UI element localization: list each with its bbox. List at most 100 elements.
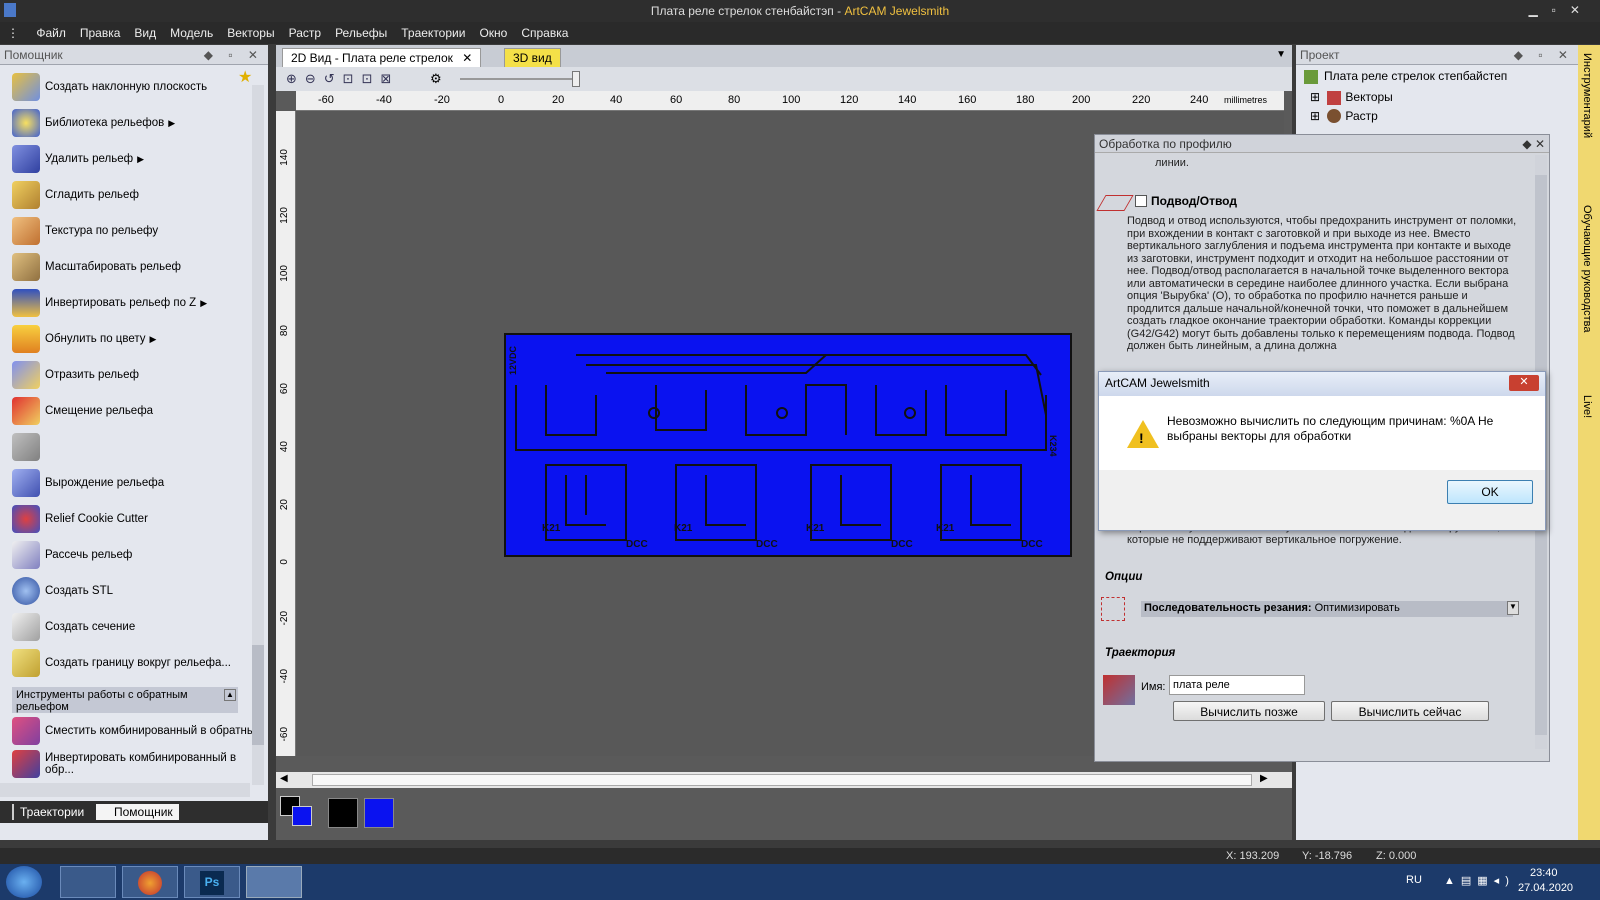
scroll-right-icon[interactable]: ▶ (1260, 773, 1268, 784)
ruler-label: -40 (376, 94, 392, 106)
clock-date[interactable]: 27.04.2020 (1518, 882, 1573, 894)
cut-sequence-row[interactable]: Последовательность резания: Оптимизирова… (1141, 601, 1513, 617)
tab-dropdown-icon[interactable]: ▼ (1276, 49, 1286, 60)
menu-vectors[interactable]: Векторы (220, 22, 281, 40)
tree-item-vectors[interactable]: ⊞ Векторы (1296, 88, 1578, 107)
menu-view[interactable]: Вид (127, 22, 163, 40)
calculate-now-button[interactable]: Вычислить сейчас (1331, 701, 1489, 721)
tool-item[interactable]: Масштабировать рельеф (0, 249, 268, 285)
stl-globe-icon (12, 577, 40, 605)
tab-3d-view[interactable]: 3D вид (504, 48, 561, 67)
panel-pin-close[interactable]: ◆ ▫ ✕ (1514, 48, 1574, 62)
tool-item[interactable]: Создать наклонную плоскость (0, 69, 268, 105)
profile-header: Обработка по профилю ◆ ✕ (1095, 135, 1549, 153)
menu-window[interactable]: Окно (472, 22, 514, 40)
assistant-scrollbar[interactable] (252, 85, 264, 785)
close-icon[interactable]: ◆ ✕ (1522, 137, 1545, 151)
tool-item[interactable] (0, 429, 268, 465)
shift-combined-icon (12, 717, 40, 745)
tool-item[interactable]: Обнулить по цвету ▶ (0, 321, 268, 357)
zoom-tools-icon[interactable]: ⊕⊖↺⊡⊡⊠ (286, 71, 399, 87)
scroll-thumb[interactable] (252, 645, 264, 745)
profile-title: Обработка по профилю (1099, 137, 1232, 151)
ruler-label: -20 (279, 611, 290, 626)
tab-live[interactable]: Live! (1581, 395, 1593, 445)
settings-gear-icon[interactable]: ⚙ (430, 71, 442, 87)
tab-2d-view[interactable]: 2D Вид - Плата реле стрелок ✕ (282, 48, 482, 67)
trace (745, 384, 847, 436)
tool-item[interactable]: Создать границу вокруг рельефа... (0, 645, 268, 681)
palette-blue[interactable] (364, 798, 394, 828)
tool-item[interactable]: Relief Cookie Cutter (0, 501, 268, 537)
tab-toolbox[interactable]: Инструментарий (1581, 53, 1593, 193)
trace (565, 475, 1011, 526)
section-header-label: Инструменты работы с обратным рельефом (16, 689, 188, 713)
menu-toolpaths[interactable]: Траектории (394, 22, 472, 40)
toolpath-header: Траектория (1105, 647, 1176, 659)
tab-tutorials[interactable]: Обучающие руководства (1581, 205, 1593, 385)
pcb-traces: 12VDC K21 K21 K21 K21 DCC DCC DCC DCC K2… (508, 345, 1058, 550)
calculate-later-button[interactable]: Вычислить позже (1173, 701, 1325, 721)
ruler-unit: millimetres (1224, 95, 1268, 105)
assistant-hscrollbar[interactable] (0, 783, 250, 797)
tool-item[interactable]: Текстура по рельефу (0, 213, 268, 249)
tool-item[interactable]: Вырождение рельефа (0, 465, 268, 501)
panel-pin-close[interactable]: ◆ ▫ ✕ (204, 48, 264, 62)
taskbar-photoshop-icon[interactable]: Ps (184, 866, 240, 898)
zoom-slider[interactable] (460, 78, 580, 80)
start-button[interactable] (6, 866, 42, 898)
tool-item[interactable]: Создать сечение (0, 609, 268, 645)
tab-toolpaths[interactable]: Траектории (12, 804, 90, 820)
window-controls[interactable]: ▁▫✕ (1528, 3, 1594, 17)
scroll-thumb[interactable] (312, 774, 1252, 786)
lead-checkbox[interactable] (1135, 195, 1147, 207)
toolpath-name-input[interactable] (1169, 675, 1305, 695)
tool-item[interactable]: Сместить комбинированный в обратный (0, 713, 268, 749)
menu-model[interactable]: Модель (163, 22, 220, 40)
ruler-label: 40 (279, 441, 290, 453)
ruler-label: 100 (782, 94, 801, 106)
pcb-board[interactable]: 12VDC K21 K21 K21 K21 DCC DCC DCC DCC K2… (504, 333, 1072, 557)
taskbar-artcam-icon[interactable] (246, 866, 302, 898)
ruler-label: 80 (728, 94, 741, 106)
clock-time[interactable]: 23:40 (1530, 867, 1558, 879)
menu-bitmap[interactable]: Растр (282, 22, 328, 40)
tool-item[interactable]: Смещение рельефа (0, 393, 268, 429)
seq-dropdown-icon[interactable]: ▼ (1507, 601, 1519, 615)
canvas-hscrollbar[interactable]: ◀ ▶ (276, 772, 1292, 788)
menu-file[interactable]: Файл (29, 22, 73, 40)
menu-reliefs[interactable]: Рельефы (328, 22, 394, 40)
menu-help[interactable]: Справка (514, 22, 575, 40)
secondary-color-swatch[interactable] (292, 806, 312, 826)
dialog-close-button[interactable]: ✕ (1509, 375, 1539, 391)
tool-item[interactable]: Удалить рельеф ▶ (0, 141, 268, 177)
collapse-icon[interactable]: ▲ (224, 689, 236, 701)
close-tab-icon[interactable]: ✕ (462, 51, 472, 65)
zoom-slider-handle[interactable] (572, 71, 580, 87)
tray-icons[interactable]: ▲▤▦◂) (1444, 874, 1515, 887)
tree-item-bitmap[interactable]: ⊞ Растр (1296, 107, 1578, 126)
language-indicator[interactable]: RU (1406, 874, 1422, 886)
lead-in-icon (1096, 195, 1134, 211)
ruler-label: 60 (279, 383, 290, 395)
scroll-left-icon[interactable]: ◀ (280, 773, 288, 784)
tool-item[interactable]: Инвертировать рельеф по Z ▶ (0, 285, 268, 321)
ok-button[interactable]: OK (1447, 480, 1533, 504)
tool-item[interactable]: Сгладить рельеф (0, 177, 268, 213)
tool-item[interactable]: Библиотека рельефов ▶ (0, 105, 268, 141)
ruler-label: 240 (1190, 94, 1209, 106)
tool-item[interactable]: Отразить рельеф (0, 357, 268, 393)
tool-item[interactable]: Инвертировать комбинированный в обр... (0, 749, 268, 779)
tab-assistant[interactable]: Помощник (96, 804, 179, 820)
palette-black[interactable] (328, 798, 358, 828)
taskbar-notepad-icon[interactable] (60, 866, 116, 898)
tool-item[interactable]: Создать STL (0, 573, 268, 609)
menu-edit[interactable]: Правка (73, 22, 128, 40)
options-header: Опции (1105, 571, 1143, 583)
tool-item[interactable]: Рассечь рельеф (0, 537, 268, 573)
ruler-label: 20 (279, 499, 290, 511)
taskbar-firefox-icon[interactable] (122, 866, 178, 898)
section-header[interactable]: Инструменты работы с обратным рельефом ▲ (12, 687, 238, 713)
offset-relief-icon (12, 397, 40, 425)
project-root[interactable]: Плата реле стрелок степбайстеп (1296, 65, 1578, 88)
